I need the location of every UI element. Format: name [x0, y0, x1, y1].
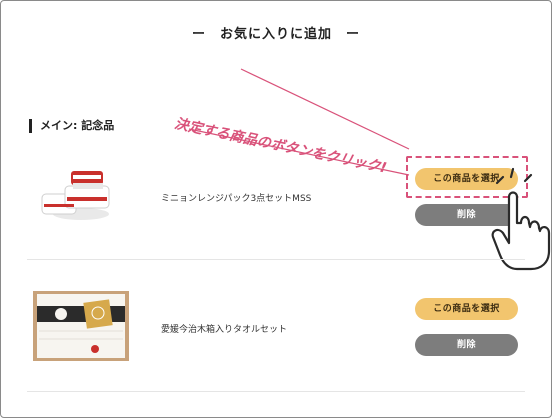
app-frame: ー お気に入りに追加 ー メイン: 記念品 決定する商品のボタンをクリック! ミ…: [0, 0, 552, 418]
divider: [27, 259, 525, 260]
product-name: 愛媛今治木箱入りタオルセット: [161, 325, 288, 335]
delete-product-button[interactable]: 削除: [415, 204, 518, 226]
delete-product-button[interactable]: 削除: [415, 334, 518, 356]
select-product-button[interactable]: この商品を選択: [415, 298, 518, 320]
product-name: ミニョンレンジパック3点セットMSS: [161, 194, 312, 204]
divider: [27, 391, 525, 392]
highlight-box: [406, 156, 528, 198]
